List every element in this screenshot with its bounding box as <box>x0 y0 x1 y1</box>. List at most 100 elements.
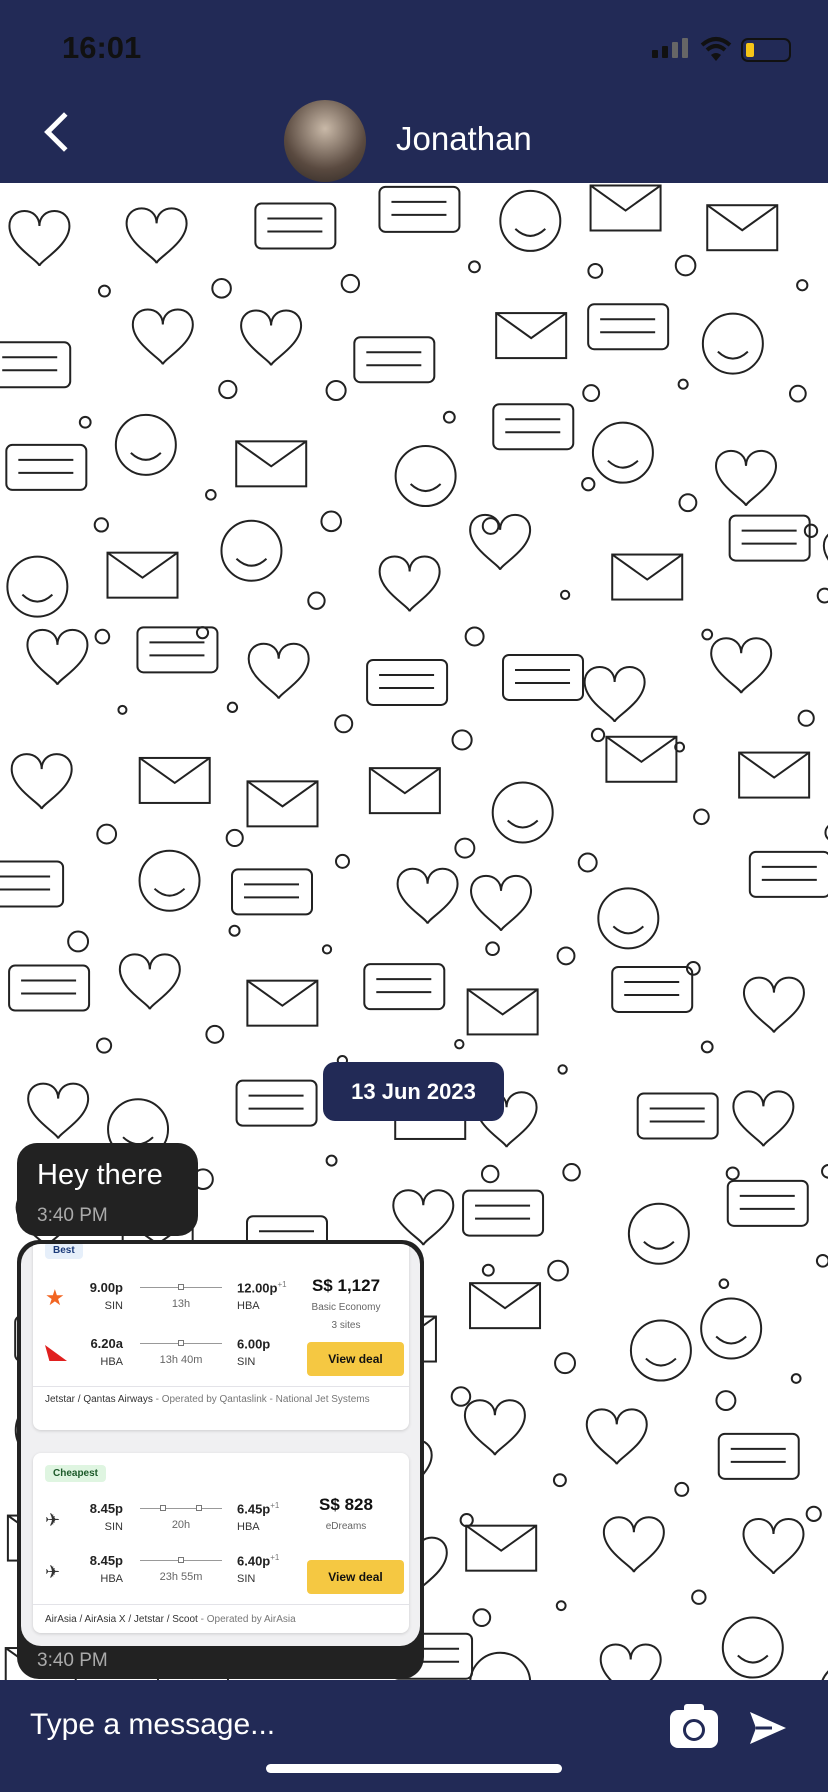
circle-doodle <box>552 1473 567 1488</box>
message-input[interactable]: Type a message... <box>30 1708 275 1742</box>
speech-bubble-doodle <box>235 1079 318 1127</box>
envelope-doodle <box>605 735 678 783</box>
arrival-time-text: 6.45p <box>237 1501 271 1517</box>
smiley-doodle <box>821 1670 828 1680</box>
speech-bubble-doodle <box>636 1092 719 1140</box>
avatar[interactable] <box>284 100 366 182</box>
circle-doodle <box>442 410 456 424</box>
view-deal-button[interactable]: View deal <box>307 1560 404 1594</box>
fare-provider: eDreams <box>325 1521 367 1532</box>
route-line <box>140 1505 222 1511</box>
smiley-doodle <box>597 887 660 950</box>
circle-doodle <box>788 384 807 403</box>
smiley-doodle <box>491 781 554 844</box>
price: S$ 1,127 <box>311 1276 381 1295</box>
arrival-time-text: 12.00p <box>237 1280 278 1296</box>
heart-doodle <box>469 514 532 571</box>
circle-doodle <box>195 626 210 640</box>
smiley-doodle <box>627 1202 690 1265</box>
sites-count: 3 sites <box>331 1320 361 1331</box>
heart-doodle <box>742 976 805 1034</box>
speech-bubble-doodle <box>5 443 88 491</box>
circle-doodle <box>96 1037 113 1054</box>
day-offset: +1 <box>270 1501 280 1510</box>
route-line <box>140 1340 222 1346</box>
smiley-doodle <box>591 421 654 484</box>
image-message-bubble[interactable]: Best ★ 9.00p SIN 13h 12.00p+1 HBA 6.20a … <box>17 1240 424 1679</box>
message-bubble[interactable]: Hey there 3:40 PM <box>17 1143 198 1236</box>
departure-airport: HBA <box>100 1573 123 1585</box>
contact-name[interactable]: Jonathan <box>396 120 532 158</box>
speech-bubble-doodle <box>353 336 436 384</box>
circle-doodle <box>325 379 347 402</box>
circle-doodle <box>557 1064 568 1075</box>
circle-doodle <box>816 587 828 604</box>
top-bar: 16:01 Jonathan <box>0 0 828 183</box>
smiley-doodle <box>701 312 764 375</box>
fare-provider: Basic Economy <box>311 1302 381 1313</box>
operating-airlines: AirAsia / AirAsia X / Jetstar / Scoot - … <box>45 1613 385 1627</box>
speech-bubble-doodle <box>611 965 694 1013</box>
circle-doodle <box>556 946 576 966</box>
arrival-time: 6.40p+1 <box>237 1553 279 1568</box>
speech-bubble-doodle <box>0 341 72 389</box>
back-chevron-icon[interactable] <box>44 112 84 152</box>
departure-airport: SIN <box>104 1521 123 1533</box>
flight-card[interactable]: Cheapest ✈ 8.45p SIN 20h 6.45p+1 HBA ✈ 8… <box>33 1453 409 1633</box>
circle-doodle <box>797 709 815 727</box>
envelope-doodle <box>465 1524 538 1572</box>
duration: 13h <box>171 1298 191 1310</box>
arrival-time: 12.00p+1 <box>237 1280 287 1295</box>
envelope-doodle <box>469 1282 542 1330</box>
view-deal-button[interactable]: View deal <box>307 1342 404 1376</box>
circle-doodle <box>815 1253 828 1268</box>
route-line <box>140 1557 222 1563</box>
day-offset: +1 <box>270 1553 280 1562</box>
arrival-airport: HBA <box>237 1521 260 1533</box>
smiley-doodle <box>499 189 562 252</box>
arrival-time: 6.00p <box>237 1336 270 1351</box>
circle-doodle <box>790 1373 802 1384</box>
arrival-airport: SIN <box>237 1573 256 1585</box>
send-icon[interactable] <box>748 1710 788 1746</box>
smiley-doodle <box>394 445 457 508</box>
heart-doodle <box>585 1408 648 1465</box>
divider <box>33 1604 409 1605</box>
heart-doodle <box>118 953 181 1010</box>
circle-doodle <box>93 517 109 533</box>
camera-icon[interactable] <box>670 1704 718 1748</box>
duration: 23h 55m <box>159 1571 203 1583</box>
envelope-doodle <box>368 767 441 815</box>
circle-doodle <box>464 626 485 647</box>
message-text: Hey there <box>37 1159 163 1191</box>
speech-bubble-doodle <box>587 303 670 351</box>
speech-bubble-doodle <box>748 850 828 898</box>
chat-area[interactable]: 13 Jun 2023 Hey there 3:40 PM Best ★ 9.0… <box>0 183 828 1680</box>
status-time: 16:01 <box>62 30 142 65</box>
circle-doodle <box>691 1589 707 1605</box>
heart-doodle <box>470 875 533 932</box>
circle-doodle <box>674 254 697 277</box>
home-indicator[interactable] <box>266 1764 562 1773</box>
envelope-doodle <box>706 204 779 252</box>
stop-marker <box>178 1557 184 1563</box>
stop-marker <box>160 1505 166 1511</box>
circle-doodle <box>96 823 118 845</box>
heart-doodle <box>822 533 828 561</box>
circle-doodle <box>334 714 354 734</box>
circle-doodle <box>320 510 343 533</box>
flight-results-image[interactable]: Best ★ 9.00p SIN 13h 12.00p+1 HBA 6.20a … <box>21 1244 420 1646</box>
operated-by: - Operated by AirAsia <box>197 1614 296 1625</box>
speech-bubble-doodle <box>363 963 446 1011</box>
arrival-time: 6.45p+1 <box>237 1501 279 1516</box>
airlines: Jetstar / Qantas Airways <box>45 1394 153 1405</box>
departure-airport: SIN <box>104 1300 123 1312</box>
smiley-doodle <box>469 1651 532 1680</box>
heart-doodle <box>240 309 303 366</box>
circle-doodle <box>468 260 481 274</box>
operating-airlines: Jetstar / Qantas Airways - Operated by Q… <box>45 1393 385 1407</box>
circle-doodle <box>581 477 596 492</box>
circle-doodle <box>481 1263 495 1277</box>
arrival-time-text: 6.40p <box>237 1553 271 1569</box>
flight-card[interactable]: Best ★ 9.00p SIN 13h 12.00p+1 HBA 6.20a … <box>33 1244 409 1430</box>
